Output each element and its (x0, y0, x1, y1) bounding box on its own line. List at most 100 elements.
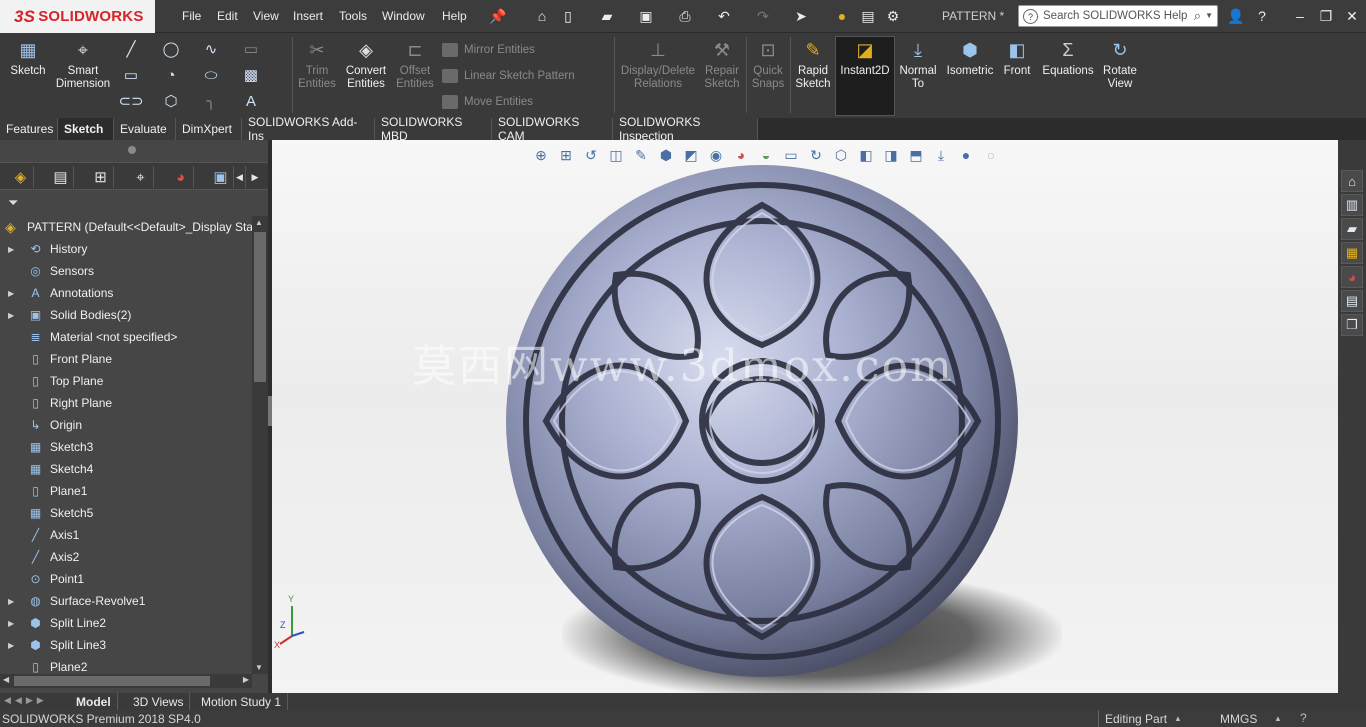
display-style-icon[interactable]: ◩ (680, 144, 702, 166)
tree-horizontal-scrollbar[interactable]: ◀ ▶ (0, 674, 252, 688)
sketch-button[interactable]: ▦ Sketch (6, 37, 50, 78)
property-manager-icon[interactable]: ▤ (48, 166, 74, 188)
tree-item[interactable]: ▦ Sketch3 (0, 436, 252, 458)
lights-icon[interactable]: ○ (980, 144, 1002, 166)
instant2d-button[interactable]: ◪ Instant2D (835, 36, 895, 116)
tree-item[interactable]: ▯ Right Plane (0, 392, 252, 414)
tree-item[interactable]: ▯ Plane1 (0, 480, 252, 502)
home-icon[interactable]: ⌂ (532, 6, 552, 26)
menu-edit[interactable]: Edit (217, 9, 238, 23)
tree-root-pattern[interactable]: ◈ PATTERN (Default<<Default>_Display Sta… (0, 216, 252, 238)
tree-item[interactable]: ↳ Origin (0, 414, 252, 436)
trim-entities-button[interactable]: ✂ Trim Entities (298, 37, 336, 91)
previous-view-icon[interactable]: ↺ (580, 144, 602, 166)
rotate-view-hud-icon[interactable]: ↻ (805, 144, 827, 166)
scroll-down-icon[interactable]: ▼ (255, 663, 263, 672)
print-icon[interactable]: ⎙ (675, 6, 695, 26)
offset-entities-button[interactable]: ⊏ Offset Entities (394, 37, 436, 91)
tree-item[interactable]: ▶ ⬢ Split Line3 (0, 634, 252, 656)
zoom-to-fit-icon[interactable]: ⊕ (530, 144, 552, 166)
menu-help[interactable]: Help (442, 9, 467, 23)
scroll-thumb[interactable] (254, 232, 266, 382)
tree-item[interactable]: ▶ ▣ Solid Bodies(2) (0, 304, 252, 326)
tree-item[interactable]: ╱ Axis2 (0, 546, 252, 568)
user-account-icon[interactable]: 👤 (1226, 6, 1246, 26)
line-icon[interactable]: ╱ (120, 39, 142, 59)
tab-sketch[interactable]: Sketch (58, 118, 114, 140)
sketch-text-icon[interactable]: A (240, 91, 262, 111)
appearances-icon[interactable]: ◕ (1341, 266, 1363, 288)
undo-icon[interactable]: ↶ (714, 6, 734, 26)
back-hud-icon[interactable]: ◨ (880, 144, 902, 166)
forum-icon[interactable]: ❐ (1341, 314, 1363, 336)
tab-3d-views[interactable]: 3D Views (127, 693, 191, 710)
rotate-view-button[interactable]: ↻ Rotate View (1100, 37, 1140, 91)
expand-arrow-icon[interactable]: ▶ (8, 245, 14, 254)
tree-item[interactable]: ╱ Axis1 (0, 524, 252, 546)
chevron-down-icon[interactable]: ▼ (1205, 11, 1213, 20)
new-document-icon[interactable]: ▯ (558, 6, 578, 26)
chevron-right-icon[interactable]: ▶ (248, 166, 262, 188)
isometric-hud-icon[interactable]: ⬡ (830, 144, 852, 166)
custom-properties-icon[interactable]: ▤ (1341, 290, 1363, 312)
equations-button[interactable]: Σ Equations (1040, 37, 1096, 78)
tab-solidworks-cam[interactable]: SOLIDWORKS CAM (492, 115, 613, 143)
close-icon[interactable]: ✕ (1342, 6, 1362, 26)
display-manager-icon[interactable]: ◕ (168, 166, 194, 188)
tree-item[interactable]: ⊙ Point1 (0, 568, 252, 590)
tab-features[interactable]: Features (0, 118, 58, 140)
magnifier-icon[interactable]: ⌕ (1194, 8, 1201, 24)
save-icon[interactable]: ▣ (636, 6, 656, 26)
menu-tools[interactable]: Tools (339, 9, 367, 23)
tab-dimxpert[interactable]: DimXpert (176, 118, 242, 140)
tree-item[interactable]: ▶ ⬢ Split Line2 (0, 612, 252, 634)
open-folder-icon[interactable]: ▰ (597, 6, 617, 26)
spline-icon[interactable]: ∿ (200, 39, 222, 59)
scroll-up-icon[interactable]: ▲ (255, 218, 263, 227)
redo-icon[interactable]: ↷ (753, 6, 773, 26)
patterned-sphere-model[interactable] (506, 165, 1018, 677)
scroll-thumb[interactable] (14, 676, 210, 686)
top-hud-icon[interactable]: ⬒ (905, 144, 927, 166)
quick-snaps-button[interactable]: ⊡ Quick Snaps (750, 37, 786, 91)
display-delete-relations-button[interactable]: ⊥ Display/Delete Relations (618, 37, 698, 91)
tab-solidworks-add-ins[interactable]: SOLIDWORKS Add-Ins (242, 115, 375, 143)
file-properties-icon[interactable]: ▤ (858, 6, 878, 26)
tab-solidworks-inspection[interactable]: SOLIDWORKS Inspection (613, 115, 758, 143)
quick-tips-icon[interactable]: ? (1300, 711, 1307, 725)
select-arrow-icon[interactable]: ➤ (791, 6, 811, 26)
linear-sketch-pattern-button[interactable]: Linear Sketch Pattern (442, 69, 575, 83)
mirror-entities-button[interactable]: Mirror Entities (442, 43, 535, 57)
expand-arrow-icon[interactable]: ▶ (8, 597, 14, 606)
tree-item[interactable]: ≣ Material <not specified> (0, 326, 252, 348)
expand-arrow-icon[interactable]: ▶ (8, 641, 14, 650)
isometric-button[interactable]: ⬢ Isometric (944, 37, 996, 78)
tree-item[interactable]: ▶ A Annotations (0, 282, 252, 304)
realview-icon[interactable]: ● (955, 144, 977, 166)
viewport-minimize-icon[interactable]: – (1279, 140, 1285, 141)
arc-icon[interactable]: ◔ (160, 65, 182, 85)
tree-item[interactable]: ▯ Plane2 (0, 656, 252, 674)
tab-evaluate[interactable]: Evaluate (114, 118, 176, 140)
scroll-right-icon[interactable]: ▶ (243, 675, 249, 684)
menu-file[interactable]: File (182, 9, 201, 23)
tree-item[interactable]: ▶ ⟲ History (0, 238, 252, 260)
expand-arrow-icon[interactable]: ▶ (8, 311, 14, 320)
rapid-sketch-button[interactable]: ✎ Rapid Sketch (794, 37, 832, 91)
menu-view[interactable]: View (253, 9, 279, 23)
panel-grip-icon[interactable] (128, 146, 136, 154)
tab-motion-study-1[interactable]: Motion Study 1 (195, 693, 289, 710)
tab-scroll-arrows-icon[interactable]: ◀◀▶▶ (4, 695, 48, 706)
rebuild-traffic-light-icon[interactable]: ● (832, 6, 852, 26)
tree-item[interactable]: ◎ Sensors (0, 260, 252, 282)
sketch-fillet-icon[interactable]: ╮ (200, 91, 222, 111)
fillet-icon[interactable]: ▩ (240, 65, 262, 85)
chevron-left-icon[interactable]: ◀ (234, 166, 246, 188)
options-gear-icon[interactable]: ⚙ (883, 6, 903, 26)
menu-window[interactable]: Window (382, 9, 425, 23)
expand-arrow-icon[interactable]: ▶ (8, 619, 14, 628)
tree-item[interactable]: ▯ Front Plane (0, 348, 252, 370)
file-explorer-icon[interactable]: ▰ (1341, 218, 1363, 240)
tree-item[interactable]: ▶ ◍ Surface-Revolve1 (0, 590, 252, 612)
view-settings-icon[interactable]: ▭ (780, 144, 802, 166)
